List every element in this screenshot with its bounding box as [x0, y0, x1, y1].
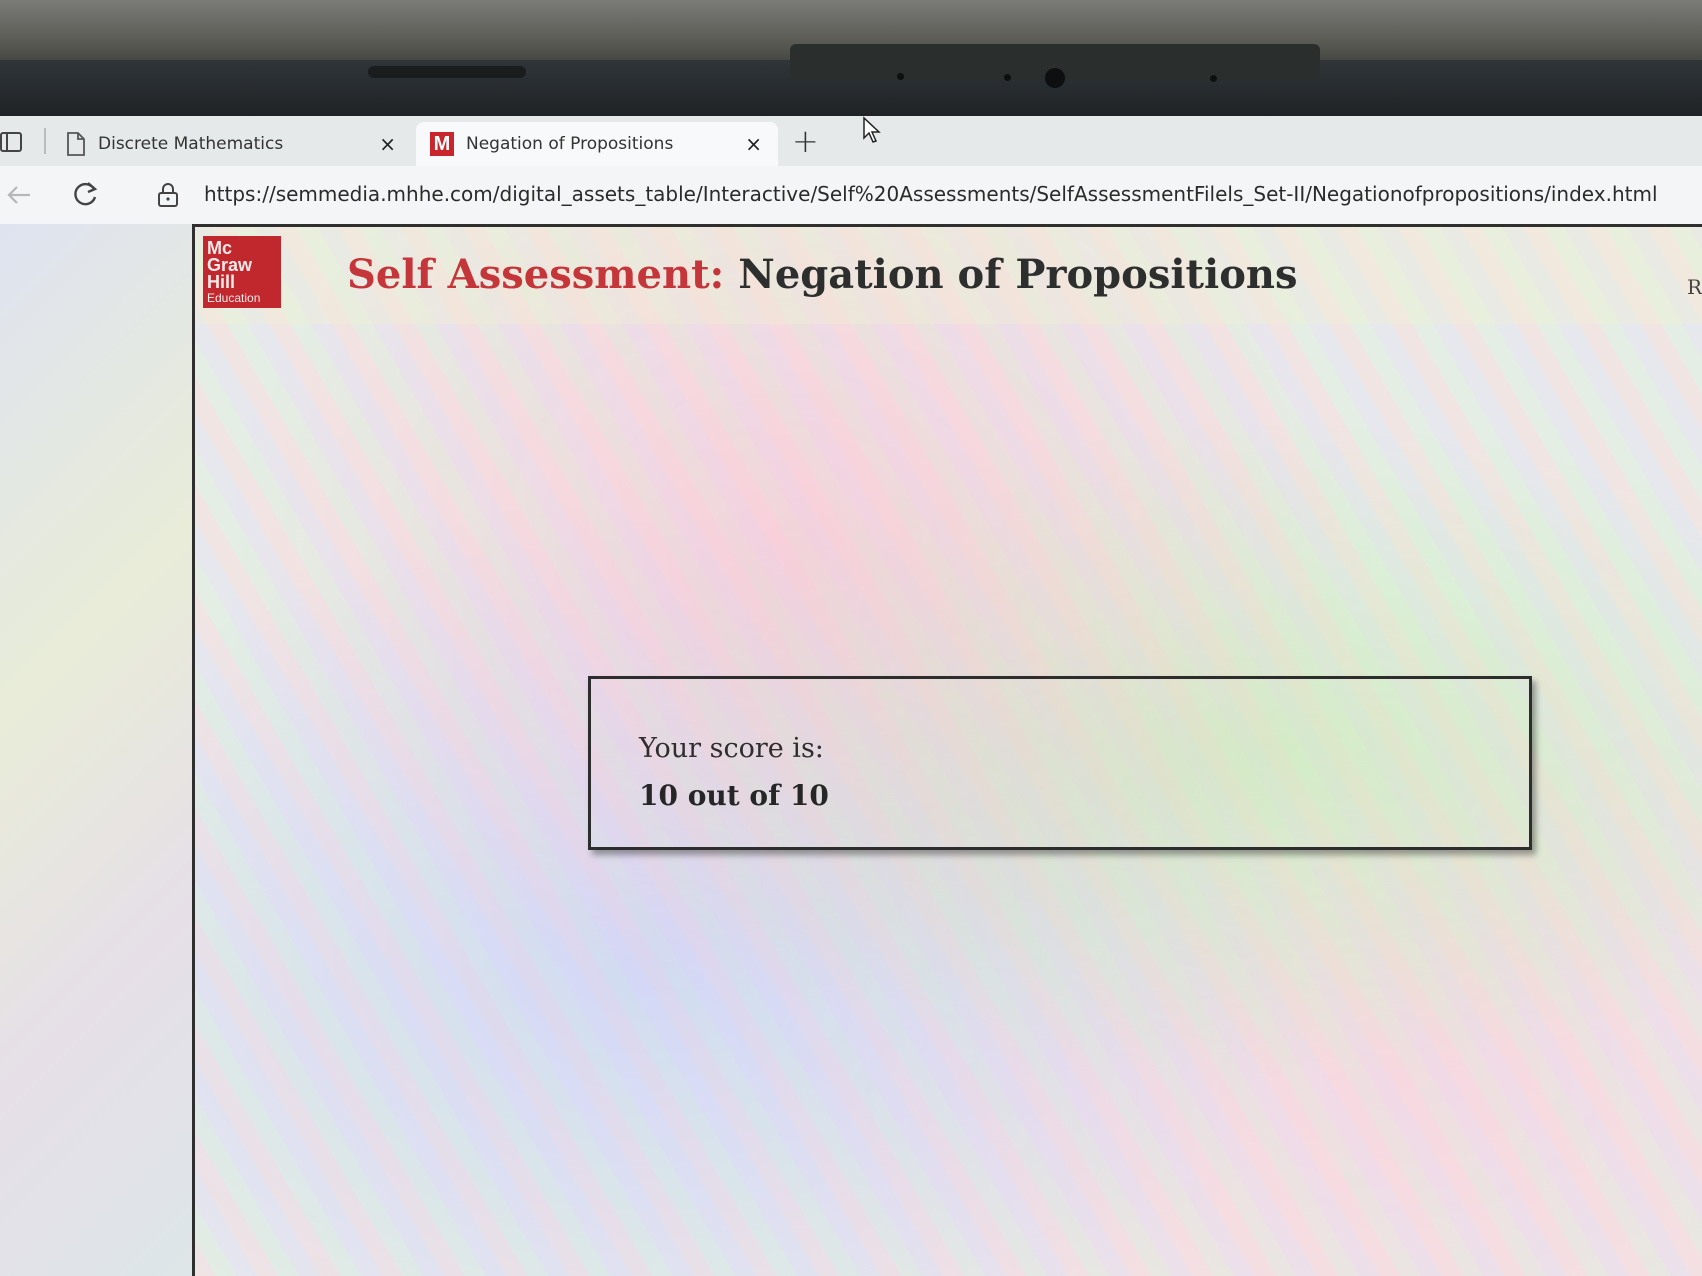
url-field[interactable]: https://semmedia.mhhe.com/digital_assets…: [204, 182, 1658, 206]
assessment-page: Mc Graw Hill Education Self Assessment: …: [192, 224, 1702, 1276]
tab-negation-of-propositions[interactable]: M Negation of Propositions ×: [416, 122, 778, 166]
tab-discrete-mathematics[interactable]: Discrete Mathematics ×: [62, 122, 412, 166]
close-icon[interactable]: ×: [745, 132, 762, 156]
tab-label: Discrete Mathematics: [98, 134, 284, 154]
page-margin: [0, 224, 192, 1276]
logo-text: Hill: [207, 272, 236, 292]
sensor-dot: [897, 73, 904, 80]
sensor-dot: [1210, 75, 1217, 82]
tab-divider: [44, 128, 46, 154]
back-arrow-icon[interactable]: [6, 183, 32, 207]
logo-text: Education: [207, 291, 261, 305]
title-accent: Self Assessment:: [347, 251, 725, 298]
document-icon: [67, 132, 85, 156]
tab-bar: Discrete Mathematics × M Negation of Pro…: [0, 116, 1702, 166]
clipped-header-text: R: [1686, 275, 1702, 299]
close-icon[interactable]: ×: [379, 132, 396, 156]
page-header: Mc Graw Hill Education Self Assessment: …: [195, 227, 1702, 324]
sensor-dot: [1004, 74, 1011, 81]
mcgraw-favicon-icon: M: [430, 132, 454, 156]
score-label: Your score is:: [639, 733, 824, 764]
score-value: 10 out of 10: [639, 779, 829, 812]
mcgraw-hill-logo: Mc Graw Hill Education: [203, 236, 281, 308]
tab-label: Negation of Propositions: [466, 134, 674, 154]
score-panel: Your score is: 10 out of 10: [588, 676, 1532, 850]
lock-icon[interactable]: [156, 182, 180, 208]
page-title: Self Assessment: Negation of Proposition…: [347, 251, 1297, 298]
bezel-latch: [368, 66, 526, 78]
tab-actions-icon[interactable]: [0, 130, 24, 154]
reload-icon[interactable]: [70, 180, 100, 210]
address-bar: https://semmedia.mhhe.com/digital_assets…: [0, 166, 1702, 225]
webcam-lens: [1045, 68, 1065, 88]
title-main: Negation of Propositions: [738, 251, 1298, 298]
mouse-cursor-icon: [863, 116, 881, 143]
new-tab-button[interactable]: +: [792, 122, 819, 160]
